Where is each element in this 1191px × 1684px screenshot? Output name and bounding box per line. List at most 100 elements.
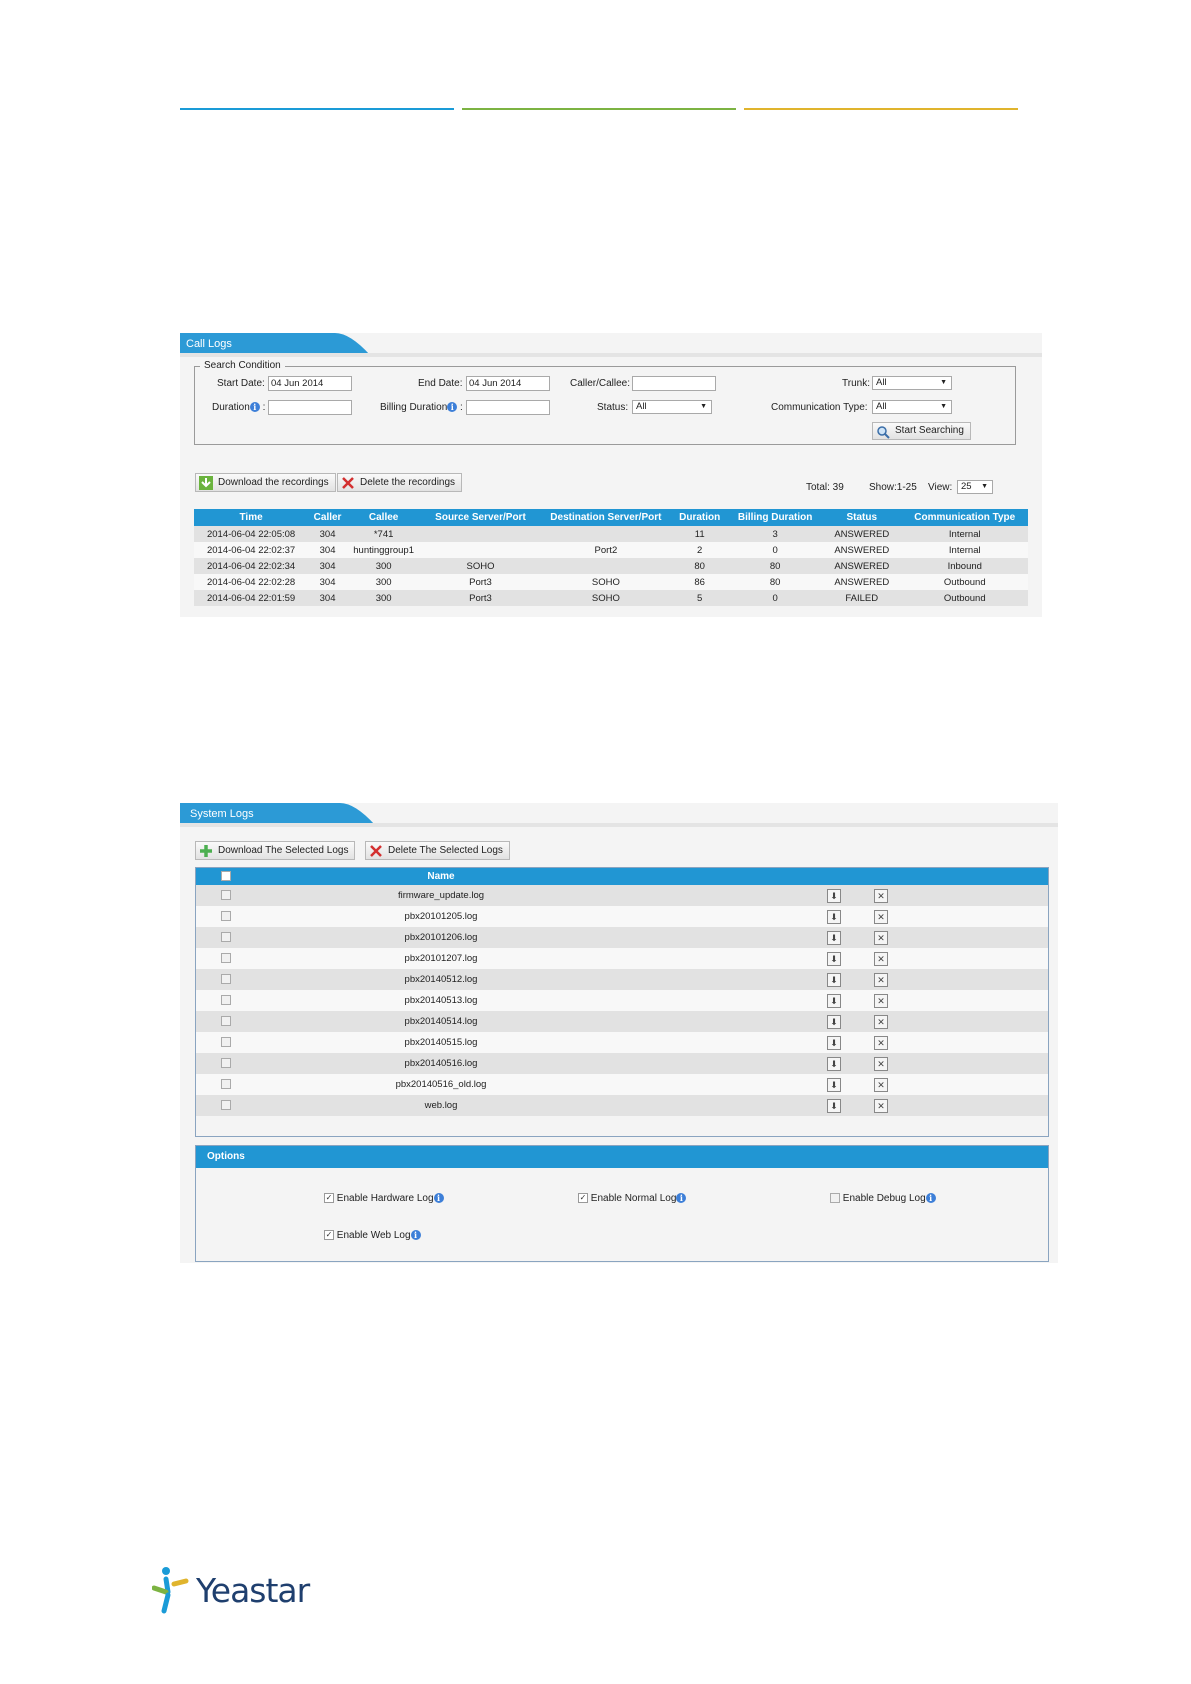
table-row[interactable]: pbx20101206.log ⬇ ✕ bbox=[196, 927, 1048, 948]
column-header[interactable]: Source Server/Port bbox=[420, 509, 541, 526]
checkbox-cell bbox=[196, 927, 256, 948]
billing-duration-input[interactable] bbox=[466, 400, 550, 415]
caller-callee-input[interactable] bbox=[632, 376, 716, 391]
normal-log-checkbox[interactable]: ✓ bbox=[578, 1193, 588, 1204]
debug-log-checkbox[interactable] bbox=[830, 1193, 840, 1204]
delete-icon[interactable]: ✕ bbox=[874, 972, 888, 987]
download-icon[interactable]: ⬇ bbox=[827, 993, 841, 1008]
duration-input[interactable] bbox=[268, 400, 352, 415]
table-row[interactable]: pbx20101207.log ⬇ ✕ bbox=[196, 948, 1048, 969]
select-all-checkbox[interactable] bbox=[221, 871, 231, 882]
row-checkbox[interactable] bbox=[221, 1016, 231, 1027]
download-icon[interactable]: ⬇ bbox=[827, 888, 841, 903]
delete-icon[interactable]: ✕ bbox=[874, 951, 888, 966]
row-checkbox[interactable] bbox=[221, 1058, 231, 1069]
table-row[interactable]: 2014-06-04 22:05:08 304 *741 11 3 ANSWERED Int… bbox=[194, 526, 1028, 542]
table-row[interactable]: 2014-06-04 22:01:59 304 300 Port3 SOHO 5 0 FAIL… bbox=[194, 590, 1028, 606]
download-selected-logs-button[interactable]: Download The Selected Logs bbox=[195, 841, 356, 860]
yeastar-mark-icon bbox=[152, 1567, 189, 1614]
delete-icon[interactable]: ✕ bbox=[874, 1098, 888, 1113]
row-checkbox[interactable] bbox=[221, 995, 231, 1006]
table-row[interactable]: pbx20140514.log ⬇ ✕ bbox=[196, 1011, 1048, 1032]
end-date-input[interactable]: 04 Jun 2014 bbox=[466, 376, 550, 391]
delete-icon[interactable]: ✕ bbox=[874, 888, 888, 903]
column-header[interactable]: Caller bbox=[308, 509, 347, 526]
table-row[interactable]: pbx20140513.log ⬇ ✕ bbox=[196, 990, 1048, 1011]
download-recordings-button[interactable]: Download the recordings bbox=[195, 473, 336, 492]
table-row[interactable]: 2014-06-04 22:02:34 304 300 SOHO 80 80 ANSWERE… bbox=[194, 558, 1028, 574]
download-icon[interactable]: ⬇ bbox=[827, 1014, 841, 1029]
info-icon[interactable]: i bbox=[433, 1193, 444, 1203]
row-checkbox[interactable] bbox=[221, 932, 231, 943]
table-row[interactable]: 2014-06-04 22:02:37 304 huntinggroup1 Port2… bbox=[194, 542, 1028, 558]
info-icon[interactable]: i bbox=[925, 1193, 936, 1203]
delete-selected-logs-button[interactable]: Delete The Selected Logs bbox=[365, 841, 510, 860]
delete-icon[interactable]: ✕ bbox=[874, 1035, 888, 1050]
web-log-checkbox[interactable]: ✓ bbox=[324, 1230, 334, 1241]
table-row[interactable]: pbx20101205.log ⬇ ✕ bbox=[196, 906, 1048, 927]
table-row[interactable]: web.log ⬇ ✕ bbox=[196, 1095, 1048, 1116]
download-icon[interactable]: ⬇ bbox=[827, 1077, 841, 1092]
select-all-cell bbox=[196, 868, 256, 885]
delete-icon[interactable]: ✕ bbox=[874, 909, 888, 924]
hardware-log-checkbox[interactable]: ✓ bbox=[324, 1193, 334, 1204]
download-icon[interactable]: ⬇ bbox=[827, 951, 841, 966]
delete-icon[interactable]: ✕ bbox=[874, 930, 888, 945]
download-icon[interactable]: ⬇ bbox=[827, 909, 841, 924]
table-row[interactable]: firmware_update.log ⬇ ✕ bbox=[196, 885, 1048, 906]
status-select[interactable]: All ▼ bbox=[632, 400, 712, 414]
delete-recordings-button[interactable]: Delete the recordings bbox=[337, 473, 463, 492]
download-icon[interactable]: ⬇ bbox=[827, 972, 841, 987]
info-icon[interactable]: i bbox=[447, 402, 458, 412]
download-icon[interactable]: ⬇ bbox=[827, 1098, 841, 1113]
delete-icon[interactable]: ✕ bbox=[874, 993, 888, 1008]
column-header[interactable]: Time bbox=[194, 509, 309, 526]
name-column-header[interactable]: Name bbox=[256, 868, 626, 885]
table-cell: *741 bbox=[346, 526, 421, 542]
column-header[interactable]: Destination Server/Port bbox=[540, 509, 672, 526]
table-cell: ANSWERED bbox=[822, 558, 902, 574]
column-header[interactable]: Communication Type bbox=[901, 509, 1028, 526]
row-checkbox[interactable] bbox=[221, 953, 231, 964]
chevron-down-icon: ▼ bbox=[981, 483, 988, 490]
table-cell: SOHO bbox=[540, 590, 672, 606]
log-actions: ⬇ ✕ bbox=[626, 1074, 1048, 1095]
row-checkbox[interactable] bbox=[221, 1100, 231, 1111]
table-cell: 3 bbox=[728, 526, 823, 542]
delete-icon[interactable]: ✕ bbox=[874, 1056, 888, 1071]
table-row[interactable]: pbx20140512.log ⬇ ✕ bbox=[196, 969, 1048, 990]
start-searching-button[interactable]: Start Searching bbox=[872, 422, 971, 440]
column-header[interactable]: Callee bbox=[346, 509, 421, 526]
row-checkbox[interactable] bbox=[221, 974, 231, 985]
column-header[interactable]: Duration bbox=[671, 509, 729, 526]
table-row[interactable]: pbx20140516_old.log ⬇ ✕ bbox=[196, 1074, 1048, 1095]
row-checkbox[interactable] bbox=[221, 890, 231, 901]
info-icon[interactable]: i bbox=[410, 1230, 421, 1240]
row-checkbox[interactable] bbox=[221, 1079, 231, 1090]
row-checkbox[interactable] bbox=[221, 911, 231, 922]
view-select[interactable]: 25 ▼ bbox=[957, 480, 993, 494]
communication-type-select[interactable]: All ▼ bbox=[872, 400, 952, 414]
table-row[interactable]: pbx20140515.log ⬇ ✕ bbox=[196, 1032, 1048, 1053]
system-logs-tab[interactable]: System Logs bbox=[180, 803, 254, 825]
chevron-down-icon: ▼ bbox=[940, 379, 947, 386]
log-file-name: pbx20140512.log bbox=[256, 969, 626, 990]
row-checkbox[interactable] bbox=[221, 1037, 231, 1048]
delete-icon[interactable]: ✕ bbox=[874, 1014, 888, 1029]
table-row[interactable]: 2014-06-04 22:02:28 304 300 Port3 SOHO 86 80 AN… bbox=[194, 574, 1028, 590]
start-date-input[interactable]: 04 Jun 2014 bbox=[268, 376, 352, 391]
download-icon[interactable]: ⬇ bbox=[827, 1035, 841, 1050]
table-cell: Outbound bbox=[901, 590, 1028, 606]
trunk-select[interactable]: All ▼ bbox=[872, 376, 952, 390]
table-row[interactable]: pbx20140516.log ⬇ ✕ bbox=[196, 1053, 1048, 1074]
delete-icon[interactable]: ✕ bbox=[874, 1077, 888, 1092]
log-file-name: pbx20101205.log bbox=[256, 906, 626, 927]
call-logs-tab[interactable]: Call Logs bbox=[180, 333, 232, 355]
info-icon[interactable]: i bbox=[676, 1193, 687, 1203]
column-header[interactable]: Billing Duration bbox=[728, 509, 823, 526]
download-icon[interactable]: ⬇ bbox=[827, 1056, 841, 1071]
column-header[interactable]: Status bbox=[822, 509, 902, 526]
download-icon[interactable]: ⬇ bbox=[827, 930, 841, 945]
info-icon[interactable]: i bbox=[249, 402, 260, 412]
checkbox-cell bbox=[196, 1095, 256, 1116]
